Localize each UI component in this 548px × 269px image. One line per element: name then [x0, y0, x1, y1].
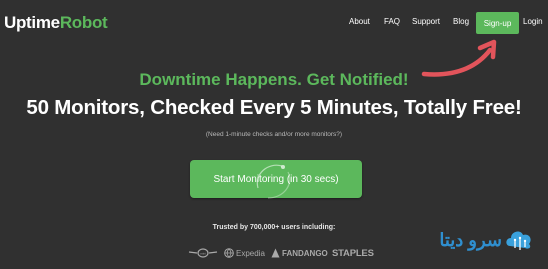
brand-mini: mini — [188, 248, 220, 258]
brand-expedia-text: Expedia — [236, 248, 265, 258]
brand-fandango: FANDANGO — [271, 248, 328, 258]
brand-mini-text: mini — [200, 252, 206, 256]
nav-blog-link[interactable]: Blog — [453, 17, 469, 26]
brand-staples: STAPLES — [332, 248, 374, 259]
brand-fandango-text: FANDANGO — [282, 248, 328, 258]
uptimerobot-logo[interactable]: UptimeRobot — [4, 12, 108, 34]
loading-spinner-icon — [256, 164, 291, 199]
mini-logo-icon: mini — [188, 248, 218, 258]
brand-expedia: Expedia — [224, 248, 265, 258]
hero-headline: 50 Monitors, Checked Every 5 Minutes, To… — [26, 96, 522, 119]
brand-staples-text: STAPLES — [332, 248, 374, 259]
logo-part-robot: Robot — [59, 13, 108, 32]
cloud-circuit-icon — [506, 231, 531, 250]
logo-part-uptime: Uptime — [4, 13, 60, 32]
nav-support-link[interactable]: Support — [412, 17, 440, 26]
signup-button[interactable]: Sign-up — [476, 12, 519, 34]
nav-about-link[interactable]: About — [349, 17, 370, 26]
fandango-logo-icon — [271, 248, 280, 258]
signup-button-label: Sign-up — [483, 18, 512, 28]
sarv-data-watermark: سرو دیتا — [422, 226, 534, 256]
watermark-text: سرو دیتا — [439, 230, 502, 250]
nav-login-link[interactable]: Login — [523, 17, 543, 26]
hero-subnote-link[interactable]: (Need 1-minute checks and/or more monito… — [0, 131, 548, 138]
hero-tagline: Downtime Happens. Get Notified! — [139, 70, 409, 89]
nav-faq-link[interactable]: FAQ — [384, 17, 400, 26]
globe-icon — [224, 248, 234, 258]
